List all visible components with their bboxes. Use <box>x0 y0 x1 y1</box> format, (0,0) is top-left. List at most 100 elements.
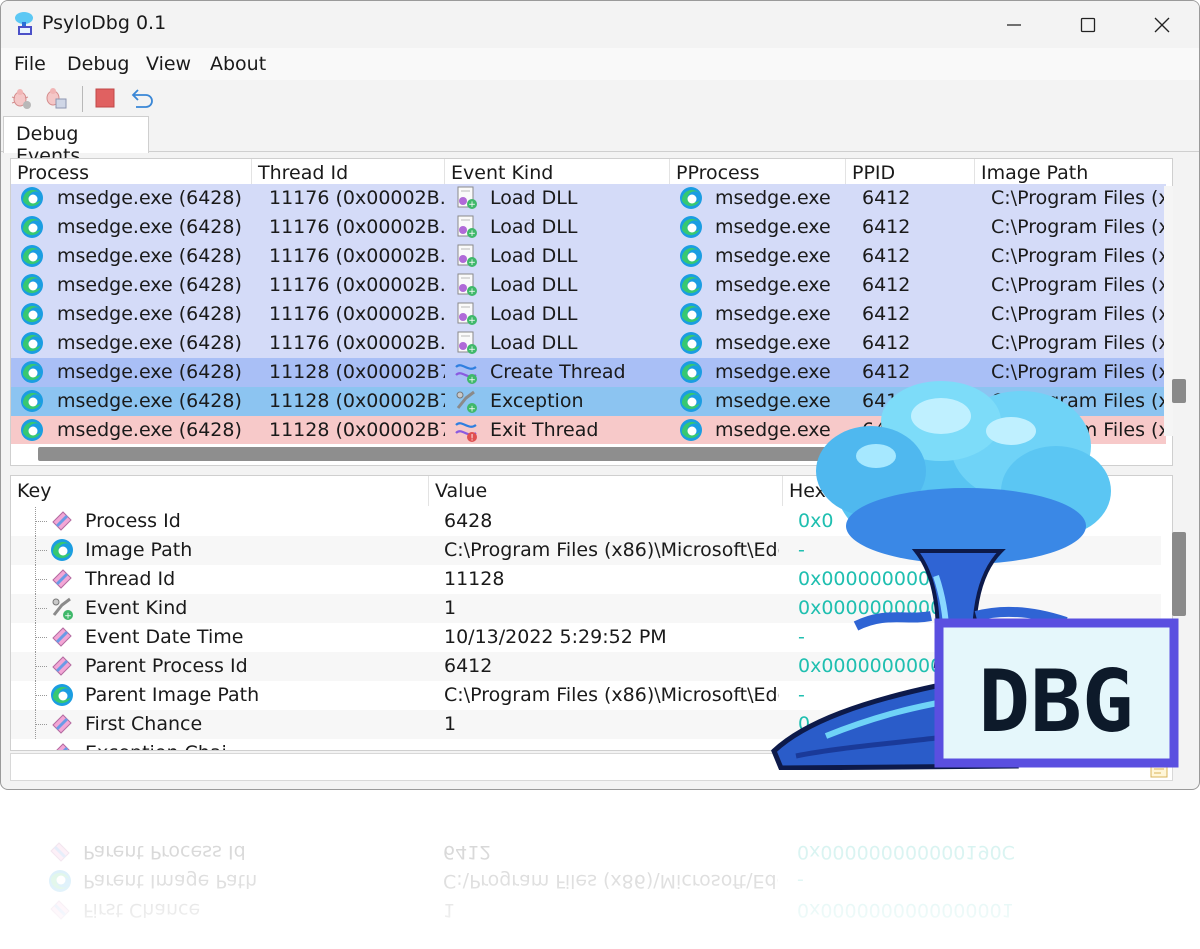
event-pprocess-text: msedge.exe <box>715 187 831 209</box>
event-ppid-cell: 6412 <box>862 332 911 354</box>
detail-key: Parent Image Path <box>85 684 260 706</box>
app-logo-icon <box>15 12 33 35</box>
column-header-key[interactable]: Key <box>11 476 429 506</box>
load-dll-icon: + <box>457 215 477 239</box>
edge-icon <box>680 332 702 354</box>
menu-view[interactable]: View <box>146 53 191 75</box>
event-pprocess-text: msedge.exe <box>715 303 831 325</box>
tag-icon <box>52 569 72 589</box>
detail-value: 6428 <box>444 510 493 532</box>
close-button[interactable] <box>1125 1 1199 48</box>
maximize-button[interactable] <box>1051 1 1125 48</box>
load-dll-icon: + <box>457 302 477 326</box>
event-process-cell: msedge.exe (6428) <box>19 300 252 329</box>
event-process-text: msedge.exe (6428) <box>57 390 242 412</box>
psylodbg-logo-icon: DBG <box>771 381 1179 770</box>
title-bar[interactable]: PsyloDbg 0.1 <box>1 1 1199 48</box>
menu-file[interactable]: File <box>14 53 46 75</box>
edge-icon <box>680 216 702 238</box>
event-kind-text: Load DLL <box>490 187 578 209</box>
event-row[interactable]: msedge.exe (6428) 11176 (0x00002B... + Load… <box>11 184 1166 213</box>
menu-debug[interactable]: Debug <box>67 53 129 75</box>
minimize-button[interactable] <box>977 1 1051 48</box>
svg-text:!: ! <box>470 434 474 444</box>
edge-icon <box>680 361 702 383</box>
event-process-text: msedge.exe (6428) <box>57 245 242 267</box>
maximize-icon <box>1080 17 1096 32</box>
event-kind-text: Load DLL <box>490 303 578 325</box>
undo-button[interactable] <box>129 84 157 112</box>
tree-connector-branch <box>35 666 47 667</box>
detail-key: Parent Process Id <box>85 655 248 677</box>
event-image-path-cell: C:\Program Files (x86 <box>991 332 1166 354</box>
edge-icon <box>51 684 73 706</box>
reflection-fade <box>0 792 1200 949</box>
tree-connector-branch <box>35 637 47 638</box>
event-kind-cell: + Create Thread <box>453 358 670 387</box>
event-row[interactable]: msedge.exe (6428) 11176 (0x00002B... + Load… <box>11 213 1166 242</box>
event-image-path-cell: C:\Program Files (x86 <box>991 245 1166 267</box>
edge-icon <box>21 332 43 354</box>
menu-about[interactable]: About <box>210 53 266 75</box>
event-kind-cell: + Load DLL <box>453 271 670 300</box>
event-ppid-cell: 6412 <box>862 187 911 209</box>
event-row[interactable]: msedge.exe (6428) 11176 (0x00002B... + Load… <box>11 329 1166 358</box>
load-dll-icon: + <box>457 186 477 210</box>
event-process-cell: msedge.exe (6428) <box>19 242 252 271</box>
tree-connector-branch <box>35 724 47 725</box>
window-reflection: First Chance10x0000000000000001Parent Im… <box>0 792 1200 949</box>
bug-icon <box>11 89 31 109</box>
event-kind-cell: + Load DLL <box>453 329 670 358</box>
svg-text:+: + <box>468 229 476 239</box>
edge-icon <box>21 419 43 441</box>
stop-icon <box>95 88 115 108</box>
load-dll-icon: + <box>457 244 477 268</box>
edge-icon <box>21 390 43 412</box>
attach-process-button[interactable] <box>41 84 69 112</box>
svg-text:+: + <box>468 376 476 386</box>
tree-connector-branch <box>35 579 47 580</box>
logo-tree-canopy <box>816 381 1111 564</box>
event-row[interactable]: msedge.exe (6428) 11176 (0x00002B... + Load… <box>11 242 1166 271</box>
event-pprocess-cell: msedge.exe <box>678 184 846 213</box>
undo-icon <box>131 89 153 108</box>
tag-icon <box>52 627 72 647</box>
event-thread-cell: 11176 (0x00002B... <box>269 332 445 354</box>
event-thread-cell: 11176 (0x00002B... <box>269 216 445 238</box>
edge-icon <box>21 245 43 267</box>
toolbar-separator <box>82 86 83 112</box>
event-process-cell: msedge.exe (6428) <box>19 387 252 416</box>
event-ppid-cell: 6412 <box>862 245 911 267</box>
event-process-text: msedge.exe (6428) <box>57 361 242 383</box>
event-ppid-cell: 6412 <box>862 216 911 238</box>
event-process-cell: msedge.exe (6428) <box>19 184 252 213</box>
tab-debug-events[interactable]: Debug Events <box>3 116 149 167</box>
detail-key: Image Path <box>85 539 193 561</box>
event-kind-cell: + Load DLL <box>453 184 670 213</box>
edge-icon <box>21 274 43 296</box>
event-row[interactable]: msedge.exe (6428) 11176 (0x00002B... + Load… <box>11 271 1166 300</box>
detail-key: Exception Chai <box>85 739 425 750</box>
tag-icon <box>52 714 72 734</box>
column-header-value[interactable]: Value <box>429 476 783 506</box>
svg-text:+: + <box>468 345 476 355</box>
event-process-text: msedge.exe (6428) <box>57 216 242 238</box>
logo-text: DBG <box>978 652 1133 752</box>
start-debug-button[interactable] <box>7 84 35 112</box>
svg-text:+: + <box>468 316 476 326</box>
event-kind-text: Exception <box>490 390 584 412</box>
event-kind-text: Load DLL <box>490 216 578 238</box>
svg-text:+: + <box>468 287 476 297</box>
stop-button[interactable] <box>91 84 119 112</box>
event-row[interactable]: msedge.exe (6428) 11176 (0x00002B... + Load… <box>11 300 1166 329</box>
event-image-path-cell: C:\Program Files (x86 <box>991 216 1166 238</box>
event-pprocess-text: msedge.exe <box>715 216 831 238</box>
bug-attach-icon <box>46 88 67 109</box>
logo-dbg-box: DBG <box>934 618 1179 768</box>
event-kind-cell: + Load DLL <box>453 213 670 242</box>
event-thread-cell: 11128 (0x00002B7... <box>269 419 445 441</box>
edge-icon <box>21 361 43 383</box>
exit-thread-icon: ! <box>455 422 477 444</box>
toolbar <box>1 80 1199 116</box>
edge-icon <box>680 390 702 412</box>
